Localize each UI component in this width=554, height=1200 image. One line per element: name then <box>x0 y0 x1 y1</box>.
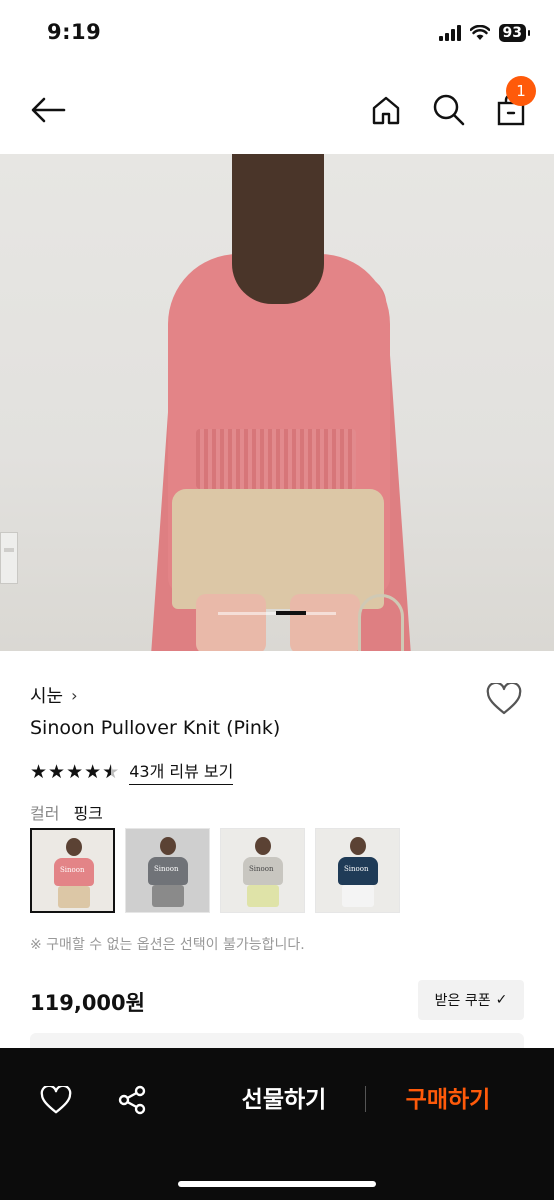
color-option-row: 컬러 핑크 <box>30 800 103 824</box>
share-icon <box>118 1085 146 1115</box>
check-icon: ✓ <box>495 992 508 1008</box>
heart-icon <box>40 1086 72 1114</box>
bottom-action-bar: 선물하기 구매하기 <box>0 1048 554 1200</box>
status-time: 9:19 <box>47 20 102 44</box>
product-image-carousel[interactable] <box>0 154 554 651</box>
color-option-pink[interactable]: Sinoon <box>30 828 115 913</box>
heart-icon <box>486 683 522 715</box>
color-option-gray[interactable]: Sinoon <box>125 828 210 913</box>
star-icon: ★ <box>30 760 48 783</box>
sweater-ribbed-hem <box>196 429 356 489</box>
model-left-leg <box>196 594 266 651</box>
share-button[interactable] <box>112 1080 152 1120</box>
product-price: 119,000원 <box>30 991 145 1015</box>
model-hair <box>232 154 324 304</box>
brand-name: 시눈 <box>30 686 64 707</box>
coupon-label: 받은 쿠폰 <box>434 993 491 1009</box>
chevron-right-icon: › <box>71 685 78 705</box>
option-logo-text: Sinoon <box>344 865 369 873</box>
half-star-icon: ★ <box>102 761 119 783</box>
option-logo-text: Sinoon <box>60 866 85 874</box>
reviews-link[interactable]: 43개 리뷰 보기 <box>129 758 234 785</box>
wishlist-button[interactable] <box>484 680 524 718</box>
color-options: Sinoon Sinoon Sinoon Sinoon <box>30 828 400 913</box>
status-icons: 93 <box>438 24 531 42</box>
battery-icon: 93 <box>498 24 531 42</box>
star-rating: ★ ★ ★ ★ ★ <box>30 761 119 783</box>
search-icon <box>433 94 465 126</box>
color-value: 핑크 <box>73 804 103 823</box>
color-option-light-gray[interactable]: Sinoon <box>220 828 305 913</box>
wall-switch <box>0 532 18 584</box>
back-arrow-icon <box>31 97 66 123</box>
option-logo-text: Sinoon <box>249 865 274 873</box>
status-bar: 9:19 93 <box>0 0 554 70</box>
wifi-icon <box>469 25 490 40</box>
back-button[interactable] <box>28 92 68 128</box>
search-button[interactable] <box>431 92 467 128</box>
star-icon: ★ <box>66 760 84 783</box>
gift-button[interactable]: 선물하기 <box>224 1082 344 1118</box>
model-right-leg <box>290 594 360 651</box>
home-button[interactable] <box>368 92 404 128</box>
carousel-indicator-active <box>276 611 306 615</box>
tote-bag <box>358 594 404 651</box>
home-indicator <box>178 1181 376 1187</box>
buy-button[interactable]: 구매하기 <box>388 1082 508 1118</box>
star-icon: ★ <box>48 760 66 783</box>
color-label: 컬러 <box>30 804 60 823</box>
divider <box>365 1086 366 1112</box>
option-notice: ※ 구매할 수 없는 옵션은 선택이 불가능합니다. <box>30 937 305 953</box>
color-option-navy[interactable]: Sinoon <box>315 828 400 913</box>
model-shorts <box>172 489 384 609</box>
home-icon <box>372 96 400 125</box>
signal-icon <box>438 25 461 41</box>
brand-link[interactable]: 시눈 › <box>30 682 78 708</box>
rating-row: ★ ★ ★ ★ ★ 43개 리뷰 보기 <box>30 758 234 785</box>
top-nav <box>0 80 554 140</box>
option-logo-text: Sinoon <box>154 865 179 873</box>
cart-count-badge: 1 <box>506 76 536 106</box>
product-title: Sinoon Pullover Knit (Pink) <box>30 717 281 739</box>
star-icon: ★ <box>84 760 102 783</box>
bottom-wishlist-button[interactable] <box>36 1080 76 1120</box>
received-coupon-button[interactable]: 받은 쿠폰 ✓ <box>418 980 524 1020</box>
